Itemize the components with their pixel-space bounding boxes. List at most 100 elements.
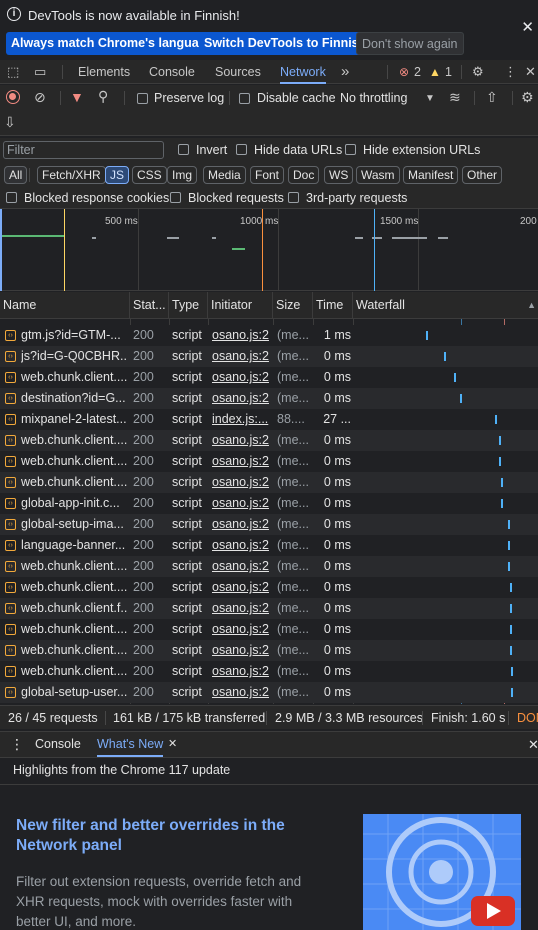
throttling-dropdown-icon[interactable]: ▼ xyxy=(425,91,435,107)
type-filter-font[interactable]: Font xyxy=(250,166,285,184)
table-row[interactable]: ‹› gtm.js?id=GTM-... 200 script osano.js:2 (m… xyxy=(0,325,538,346)
column-time[interactable]: Time xyxy=(313,292,353,319)
preserve-log-checkbox[interactable] xyxy=(137,93,148,104)
table-row[interactable]: ‹› web.chunk.client.f... 200 script osano.js… xyxy=(0,598,538,619)
request-initiator[interactable]: osano.js:2 xyxy=(212,346,270,367)
type-filter-doc[interactable]: Doc xyxy=(288,166,320,184)
type-filter-other[interactable]: Other xyxy=(462,166,503,184)
request-initiator[interactable]: osano.js:2 xyxy=(212,682,270,703)
type-filter-css[interactable]: CSS xyxy=(132,166,167,184)
close-devtools-icon[interactable]: ✕ xyxy=(525,64,536,80)
request-initiator[interactable]: osano.js:2 xyxy=(212,472,270,493)
type-filter-ws[interactable]: WS xyxy=(324,166,354,184)
column-waterfall[interactable]: Waterfall xyxy=(353,292,538,319)
request-initiator[interactable]: osano.js:2 xyxy=(212,451,270,472)
column-name[interactable]: Name xyxy=(0,292,130,319)
close-whats-new-icon[interactable]: ✕ xyxy=(168,732,177,757)
table-row[interactable]: ‹› web.chunk.client.... 200 script osano.js:… xyxy=(0,367,538,388)
table-row[interactable]: ‹› language-banner... 200 script osano.js:2 (… xyxy=(0,535,538,556)
warning-icon[interactable]: ▲ xyxy=(429,64,441,80)
request-initiator[interactable]: osano.js:2 xyxy=(212,556,270,577)
dont-show-again-button[interactable]: Don't show again xyxy=(356,32,464,55)
table-row[interactable]: ‹› destination?id=G... 200 script osano.js:2… xyxy=(0,388,538,409)
close-drawer-icon[interactable]: ✕ xyxy=(528,732,538,757)
sort-up-icon[interactable]: ▲ xyxy=(527,300,536,310)
more-tabs-chevron-icon[interactable]: » xyxy=(341,60,349,84)
request-initiator[interactable]: osano.js:2 xyxy=(212,619,270,640)
column-status[interactable]: Stat... xyxy=(130,292,169,319)
more-options-icon[interactable]: ⋮ xyxy=(504,64,517,80)
type-filter-img[interactable]: Img xyxy=(167,166,198,184)
table-row[interactable]: ‹› global-app-init.c... 200 script osano.js:… xyxy=(0,493,538,514)
clear-icon[interactable]: ⊘ xyxy=(34,89,46,105)
error-count[interactable]: 2 xyxy=(414,60,421,84)
column-size[interactable]: Size xyxy=(273,292,313,319)
import-har-icon[interactable]: ⇧ xyxy=(486,89,498,105)
tab-console[interactable]: Console xyxy=(149,60,195,84)
column-initiator[interactable]: Initiator xyxy=(208,292,273,319)
switch-to-finnish-button[interactable]: Switch DevTools to Finnish xyxy=(199,32,372,55)
warning-count[interactable]: 1 xyxy=(445,60,452,84)
table-row[interactable]: ‹› web.chunk.client.... 200 script osano.js:… xyxy=(0,556,538,577)
column-type[interactable]: Type xyxy=(169,292,208,319)
tab-network[interactable]: Network xyxy=(280,60,326,84)
type-filter-wasm[interactable]: Wasm xyxy=(356,166,400,184)
request-initiator[interactable]: osano.js:2 xyxy=(212,535,270,556)
settings-gear-icon[interactable]: ⚙ xyxy=(472,64,484,80)
search-icon[interactable]: ⚲ xyxy=(98,88,108,104)
network-conditions-icon[interactable]: ≋ xyxy=(449,89,461,105)
table-row[interactable]: ‹› global-setup-user... 200 script osano.js:… xyxy=(0,682,538,703)
request-initiator[interactable]: osano.js:2 xyxy=(212,430,270,451)
request-initiator[interactable]: osano.js:2 xyxy=(212,388,270,409)
drawer-tab-console[interactable]: Console xyxy=(35,732,81,757)
throttling-select[interactable]: No throttling xyxy=(340,91,407,105)
request-initiator[interactable]: osano.js:2 xyxy=(212,661,270,682)
network-settings-gear-icon[interactable]: ⚙ xyxy=(521,89,534,105)
infobar-close-icon[interactable]: ✕ xyxy=(521,18,534,36)
table-row[interactable]: ‹› web.chunk.client.... 200 script osano.js:… xyxy=(0,577,538,598)
third-party-requests-checkbox[interactable] xyxy=(288,192,299,203)
request-initiator[interactable]: index.js:... xyxy=(212,409,270,430)
request-initiator[interactable]: osano.js:2 xyxy=(212,367,270,388)
disable-cache-checkbox[interactable] xyxy=(239,93,250,104)
hide-extension-urls-checkbox[interactable] xyxy=(345,144,356,155)
table-row[interactable]: ‹› web.chunk.client.... 200 script osano.js:… xyxy=(0,619,538,640)
blocked-response-cookies-checkbox[interactable] xyxy=(6,192,17,203)
device-toolbar-icon[interactable]: ▭ xyxy=(34,64,46,80)
invert-checkbox[interactable] xyxy=(178,144,189,155)
tab-sources[interactable]: Sources xyxy=(215,60,261,84)
network-overview[interactable]: 500 ms 1000 ms 1500 ms 200 xyxy=(0,209,538,291)
blocked-requests-checkbox[interactable] xyxy=(170,192,181,203)
always-match-language-button[interactable]: Always match Chrome's language xyxy=(6,32,219,55)
request-initiator[interactable]: osano.js:2 xyxy=(212,493,270,514)
record-icon[interactable] xyxy=(6,90,20,104)
request-initiator[interactable]: osano.js:2 xyxy=(212,598,270,619)
filter-input[interactable]: Filter xyxy=(3,141,164,159)
table-row[interactable]: ‹› web.chunk.client.... 200 script osano.js:… xyxy=(0,451,538,472)
type-filter-js[interactable]: JS xyxy=(105,166,130,184)
tab-elements[interactable]: Elements xyxy=(78,60,130,84)
table-row[interactable]: ‹› mixpanel-2-latest... 200 script index.js:… xyxy=(0,409,538,430)
type-filter-manifest[interactable]: Manifest xyxy=(403,166,459,184)
table-row[interactable]: ‹› web.chunk.client.... 200 script osano.js:… xyxy=(0,430,538,451)
type-filter-all[interactable]: All xyxy=(4,166,28,184)
type-filter-media[interactable]: Media xyxy=(203,166,246,184)
request-initiator[interactable]: osano.js:2 xyxy=(212,325,270,346)
error-icon[interactable]: ⊗ xyxy=(399,64,409,80)
feature-title[interactable]: New filter and better overrides in the N… xyxy=(16,816,336,856)
type-filter-fetch-xhr[interactable]: Fetch/XHR xyxy=(37,166,106,184)
request-initiator[interactable]: osano.js:2 xyxy=(212,514,270,535)
inspect-element-icon[interactable]: ⬚ xyxy=(7,64,19,80)
hide-data-urls-checkbox[interactable] xyxy=(236,144,247,155)
feature-video-thumbnail[interactable] xyxy=(363,814,521,930)
drawer-menu-icon[interactable]: ⋮ xyxy=(10,732,24,757)
export-har-icon[interactable]: ⇩ xyxy=(4,114,16,130)
request-initiator[interactable]: osano.js:2 xyxy=(212,577,270,598)
table-row[interactable]: ‹› web.chunk.client.... 200 script osano.js:… xyxy=(0,661,538,682)
table-row[interactable]: ‹› js?id=G-Q0CBHR... 200 script osano.js:2 (m… xyxy=(0,346,538,367)
request-initiator[interactable]: osano.js:2 xyxy=(212,640,270,661)
filter-icon[interactable]: ▼ xyxy=(70,89,84,105)
table-row[interactable]: ‹› global-setup-ima... 200 script osano.js:2… xyxy=(0,514,538,535)
table-row[interactable]: ‹› web.chunk.client.... 200 script osano.js:… xyxy=(0,640,538,661)
drawer-tab-whats-new[interactable]: What's New xyxy=(97,732,164,757)
